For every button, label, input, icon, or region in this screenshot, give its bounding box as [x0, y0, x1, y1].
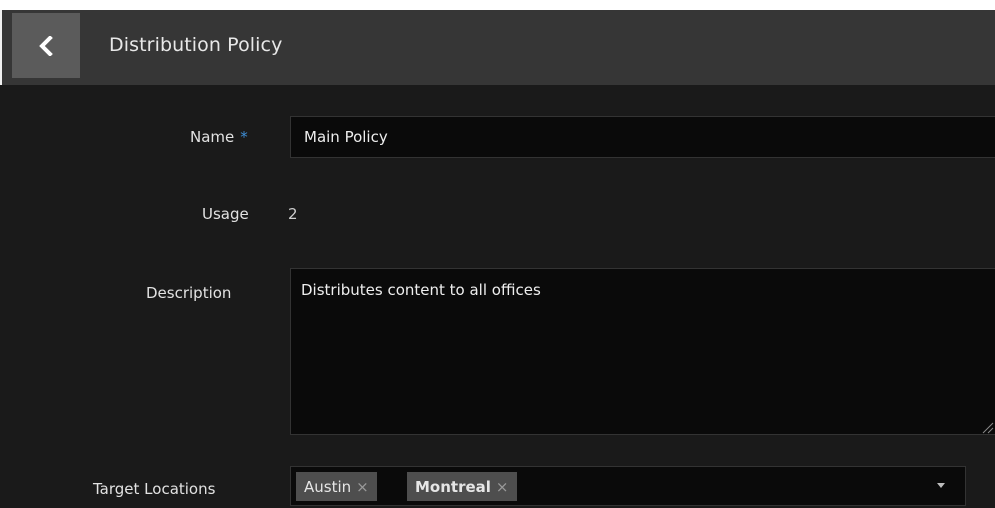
top-strip: [0, 0, 995, 10]
location-tag: Montreal ×: [407, 472, 517, 501]
policy-form: Name * Main Policy Usage 2 Description Di…: [0, 85, 995, 508]
name-label-text: Name: [190, 128, 235, 146]
page-header: Distribution Policy: [0, 10, 995, 85]
name-field[interactable]: Main Policy: [290, 116, 995, 158]
usage-value: 2: [288, 205, 298, 223]
dropdown-caret-icon[interactable]: [937, 483, 945, 488]
location-tag: Austin ×: [296, 472, 377, 501]
required-marker: *: [240, 128, 248, 146]
location-tag-label: Montreal: [415, 477, 491, 496]
target-locations-select[interactable]: Austin × Montreal ×: [290, 466, 966, 506]
back-button[interactable]: [12, 13, 80, 78]
description-label: Description: [146, 284, 232, 302]
description-textarea[interactable]: Distributes content to all offices: [290, 268, 995, 435]
name-label: Name *: [190, 128, 248, 146]
usage-label: Usage: [202, 205, 249, 223]
remove-tag-icon[interactable]: ×: [496, 478, 509, 496]
location-tag-label: Austin: [304, 477, 352, 496]
page-title: Distribution Policy: [109, 34, 283, 56]
remove-tag-icon[interactable]: ×: [356, 478, 369, 496]
chevron-left-icon: [39, 35, 53, 56]
resize-grip-icon[interactable]: [980, 420, 994, 434]
target-locations-label: Target Locations: [93, 480, 216, 498]
